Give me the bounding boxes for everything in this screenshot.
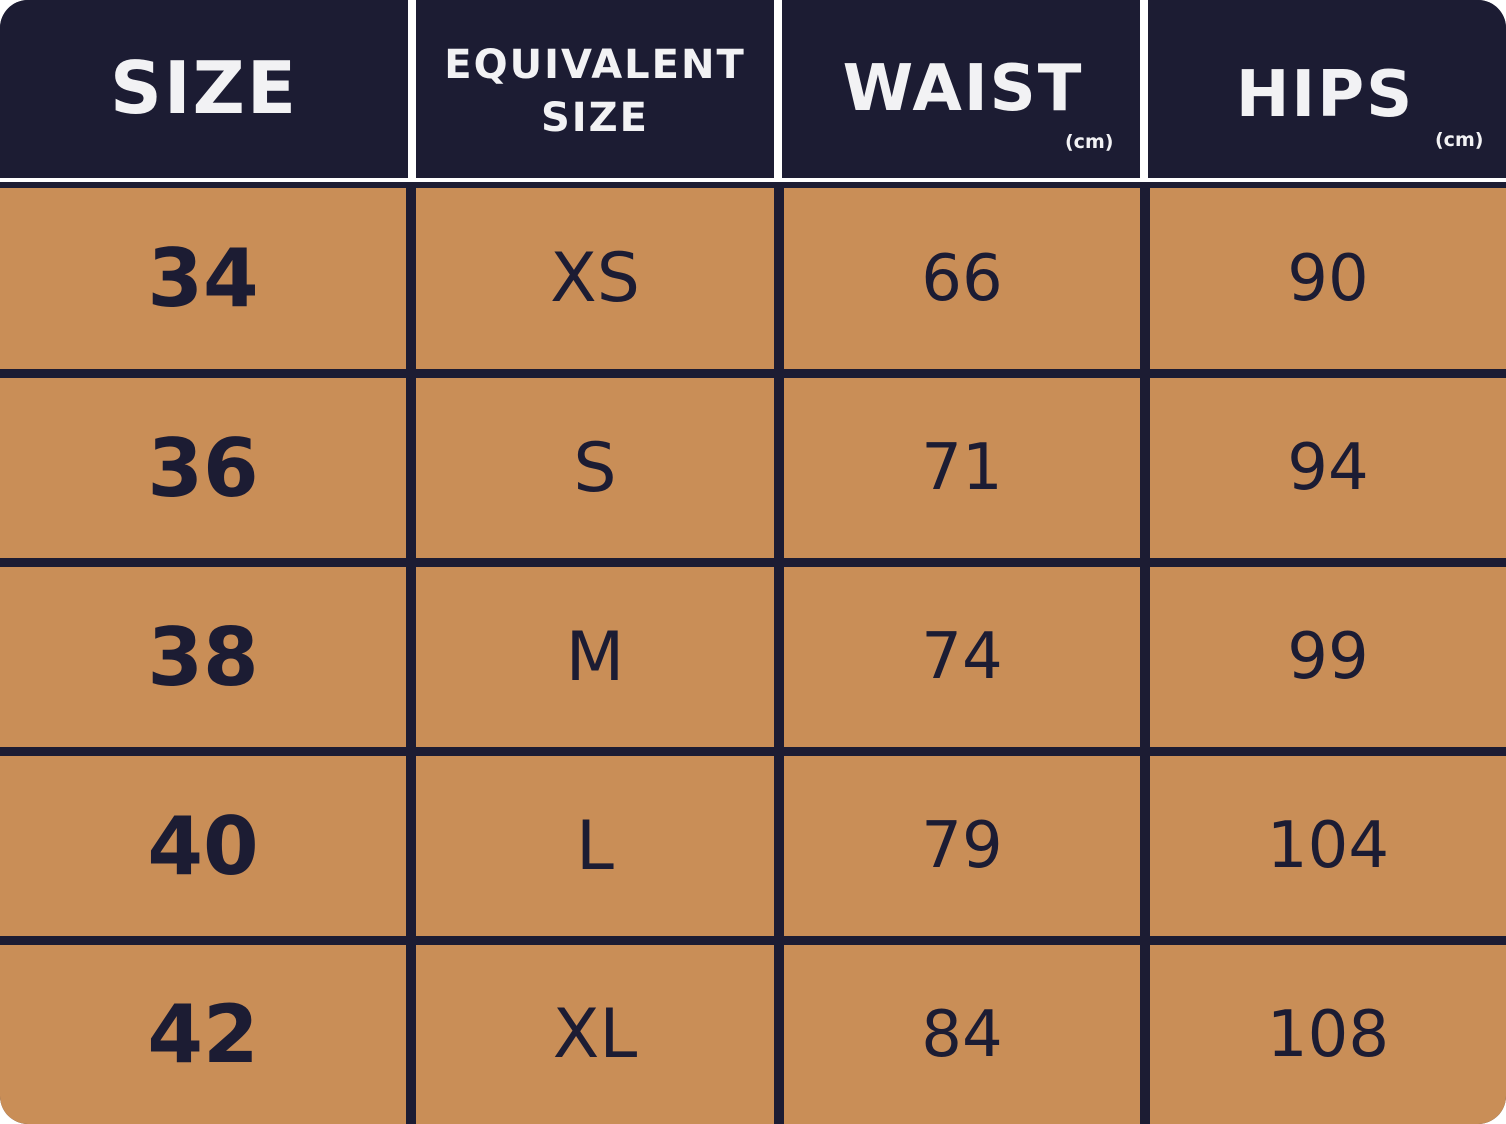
header-divider — [774, 0, 782, 178]
header-hips-unit: (cm) — [1435, 129, 1484, 151]
equivalent-size-cell: XS — [416, 188, 774, 369]
hips-cell: 108 — [1150, 945, 1506, 1124]
size-cell: 36 — [0, 378, 406, 558]
waist-cell: 66 — [784, 188, 1140, 369]
header-separator — [0, 178, 1506, 182]
size-cell: 40 — [0, 756, 406, 936]
size-chart: SIZE EQUIVALENT SIZE WAIST (cm) HIPS (cm… — [0, 0, 1506, 1124]
waist-cell: 79 — [784, 756, 1140, 936]
header-size: SIZE — [0, 0, 408, 178]
hips-cell: 94 — [1150, 378, 1506, 558]
hips-cell: 90 — [1150, 188, 1506, 369]
waist-cell: 74 — [784, 567, 1140, 747]
size-cell: 34 — [0, 188, 406, 369]
header-size-title: SIZE — [109, 46, 299, 130]
hips-cell: 99 — [1150, 567, 1506, 747]
header-equivalent-line2: SIZE — [540, 95, 650, 141]
hips-cell: 104 — [1150, 756, 1506, 936]
size-cell: 42 — [0, 945, 406, 1124]
header-equivalent-line1: EQUIVALENT — [444, 42, 746, 88]
equivalent-size-cell: XL — [416, 945, 774, 1124]
header-hips-title: HIPS — [1235, 58, 1415, 132]
header-waist-title: WAIST — [842, 52, 1084, 126]
header-divider — [1140, 0, 1148, 178]
header-hips: HIPS (cm) — [1148, 0, 1506, 178]
equivalent-size-cell: M — [416, 567, 774, 747]
header-waist-unit: (cm) — [1065, 131, 1114, 153]
header-equivalent-size: EQUIVALENT SIZE — [416, 0, 774, 178]
size-cell: 38 — [0, 567, 406, 747]
equivalent-size-cell: L — [416, 756, 774, 936]
waist-cell: 84 — [784, 945, 1140, 1124]
header-divider — [408, 0, 416, 178]
waist-cell: 71 — [784, 378, 1140, 558]
equivalent-size-cell: S — [416, 378, 774, 558]
header-waist: WAIST (cm) — [782, 0, 1140, 178]
